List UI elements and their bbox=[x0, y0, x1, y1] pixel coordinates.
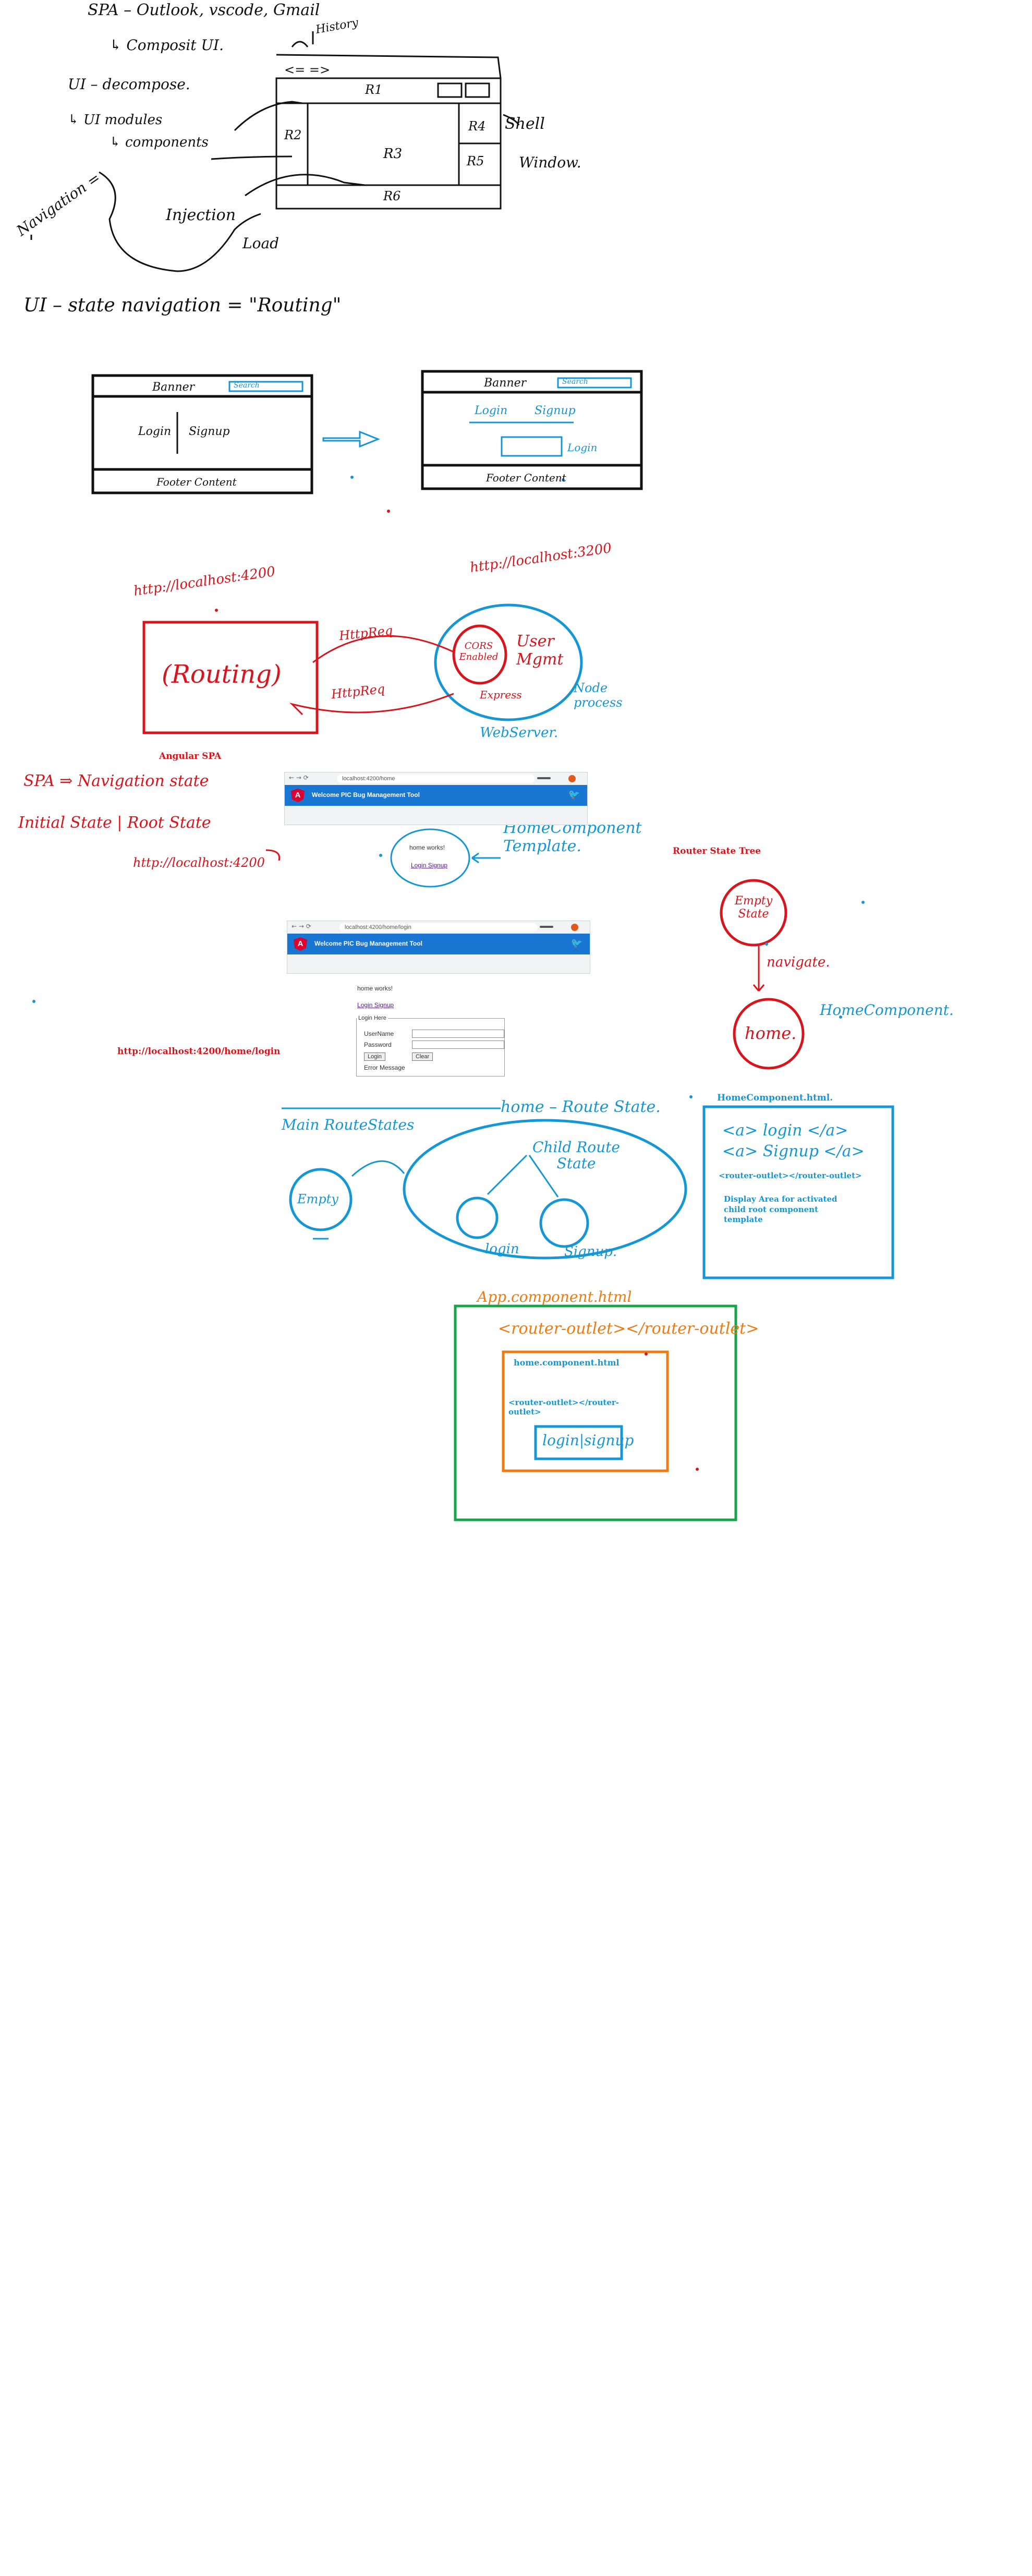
search-label-1: Search bbox=[234, 381, 260, 390]
home-html-title: HomeComponent.html. bbox=[717, 1093, 833, 1103]
extension-icon-2[interactable] bbox=[540, 926, 553, 928]
window-note: Window. bbox=[519, 154, 581, 171]
home-component-html-label: home.component.html bbox=[514, 1358, 620, 1368]
webserver-label: WebServer. bbox=[480, 725, 559, 741]
region-r3: R3 bbox=[383, 146, 403, 162]
footer-label-2: Footer Content bbox=[486, 471, 566, 484]
browser-login: ← → ⟳ localhost:4200/home/login A Welcom… bbox=[287, 921, 590, 974]
home-html-line1: <a> login </a> bbox=[722, 1121, 848, 1140]
express-label: Express bbox=[480, 688, 522, 701]
url-4200-local: http://localhost:4200 bbox=[133, 855, 265, 870]
browser-nav-icons-2[interactable]: ← → ⟳ bbox=[292, 923, 311, 930]
region-r5: R5 bbox=[467, 154, 484, 168]
username-input[interactable] bbox=[412, 1030, 504, 1038]
password-input[interactable] bbox=[412, 1041, 504, 1049]
inner-outlet-label: <router-outlet></router-outlet> bbox=[508, 1398, 620, 1417]
banner-label-2: Banner bbox=[484, 377, 527, 390]
home-route-state-label: home – Route State. bbox=[501, 1098, 661, 1116]
profile-icon[interactable] bbox=[568, 775, 576, 782]
profile-icon-2[interactable] bbox=[571, 924, 578, 931]
main-route-states-label: Main RouteStates bbox=[282, 1116, 415, 1133]
app-title-2: Welcome PIC Bug Management Tool bbox=[314, 940, 422, 947]
angular-logo-icon: A bbox=[291, 789, 305, 802]
login-button[interactable]: Login bbox=[364, 1053, 385, 1061]
composite-ui-note: ↳ Composit UI. bbox=[110, 37, 224, 54]
transition-arrow bbox=[322, 430, 381, 448]
browser-nav-icons[interactable]: ← → ⟳ bbox=[289, 774, 309, 781]
home-html-display: Display Area for activated child root co… bbox=[724, 1194, 837, 1224]
app-title: Welcome PIC Bug Management Tool bbox=[312, 791, 420, 799]
home-links-2[interactable]: Login Signup bbox=[357, 1001, 394, 1009]
twitter-bird-icon-2[interactable]: 🐦 bbox=[571, 938, 582, 949]
browser-home: ← → ⟳ localhost:4200/home A Welcome PIC … bbox=[284, 772, 588, 825]
login-legend: Login Here bbox=[358, 1015, 386, 1021]
ui-modules-note: ↳ UI modules bbox=[68, 112, 163, 128]
region-r6: R6 bbox=[383, 189, 401, 203]
angular-spa-label: Angular SPA bbox=[159, 751, 222, 761]
clear-button[interactable]: Clear bbox=[412, 1053, 433, 1061]
home-works-text-2: home works! bbox=[357, 985, 393, 992]
empty-state-label: Empty State bbox=[734, 894, 773, 921]
region-r2: R2 bbox=[284, 128, 302, 142]
region-r4: R4 bbox=[468, 119, 486, 134]
signup-route-label: Signup. bbox=[564, 1244, 617, 1260]
node-process-label: Node process bbox=[574, 681, 623, 710]
child-route-state-label: Child Route State bbox=[532, 1139, 620, 1172]
banner-label-1: Banner bbox=[152, 381, 195, 394]
search-label-2: Search bbox=[562, 378, 588, 386]
home-html-line2: <a> Signup </a> bbox=[722, 1142, 865, 1160]
user-mgmt-label: User Mgmt bbox=[516, 632, 564, 669]
ui-state-note: UI – state navigation = "Routing" bbox=[23, 295, 342, 316]
error-message: Error Message bbox=[364, 1064, 405, 1071]
signup-label-2: Signup bbox=[535, 404, 576, 417]
components-note: ↳ components bbox=[110, 135, 209, 150]
home-works-text-1: home works! bbox=[409, 844, 445, 851]
nav-state-note: SPA ⇒ Navigation state bbox=[23, 772, 209, 790]
twitter-bird-icon[interactable]: 🐦 bbox=[568, 789, 580, 800]
navigate-label: navigate. bbox=[767, 954, 830, 970]
ui-decompose-note: UI – decompose. bbox=[68, 76, 190, 93]
signup-label-1: Signup bbox=[189, 425, 230, 438]
login-url-label: http://localhost:4200/home/login bbox=[117, 1046, 281, 1057]
app-outlet-line: <router-outlet></router-outlet> bbox=[498, 1320, 759, 1338]
angular-logo-icon-2: A bbox=[294, 937, 307, 951]
login-signup-label: login|signup bbox=[542, 1432, 634, 1449]
address-bar-2[interactable]: localhost:4200/home/login bbox=[339, 923, 538, 932]
login-label-3: Login bbox=[567, 441, 598, 454]
region-r1: R1 bbox=[365, 82, 383, 97]
address-bar[interactable]: localhost:4200/home bbox=[337, 775, 535, 783]
cors-label: CORS Enabled bbox=[459, 640, 499, 662]
login-route-node bbox=[456, 1196, 499, 1239]
footer-label-1: Footer Content bbox=[156, 476, 237, 488]
home-template-oval bbox=[390, 828, 470, 888]
login-label-1: Login bbox=[138, 425, 172, 438]
username-label: UserName bbox=[364, 1030, 394, 1037]
extension-icon[interactable] bbox=[537, 777, 551, 779]
routing-label: (Routing) bbox=[162, 660, 282, 689]
password-label: Password bbox=[364, 1041, 392, 1048]
app-component-title: App.component.html bbox=[477, 1288, 632, 1305]
home-component-label: HomeComponent. bbox=[820, 1001, 954, 1019]
spa-note: SPA – Outlook, vscode, Gmail bbox=[88, 1, 320, 19]
empty-route-label: Empty bbox=[297, 1192, 338, 1206]
app-toolbar: A Welcome PIC Bug Management Tool 🐦 bbox=[285, 785, 587, 806]
home-node-label: home. bbox=[745, 1023, 797, 1043]
router-state-tree-title: Router State Tree bbox=[673, 846, 761, 856]
initial-state-note: Initial State | Root State bbox=[18, 814, 211, 832]
home-links-1[interactable]: Login Signup bbox=[411, 862, 447, 869]
app-toolbar-2: A Welcome PIC Bug Management Tool 🐦 bbox=[287, 934, 590, 954]
shell-note: Shell bbox=[505, 115, 545, 133]
history-arrows: <= => bbox=[284, 63, 331, 77]
load-note: Load bbox=[242, 235, 280, 252]
login-route-label: login bbox=[485, 1241, 519, 1257]
injection-note: Injection bbox=[166, 206, 236, 224]
login-label-2: Login bbox=[475, 404, 508, 417]
home-html-outlet: <router-outlet></router-outlet> bbox=[719, 1171, 862, 1180]
signup-route-node bbox=[539, 1198, 589, 1248]
